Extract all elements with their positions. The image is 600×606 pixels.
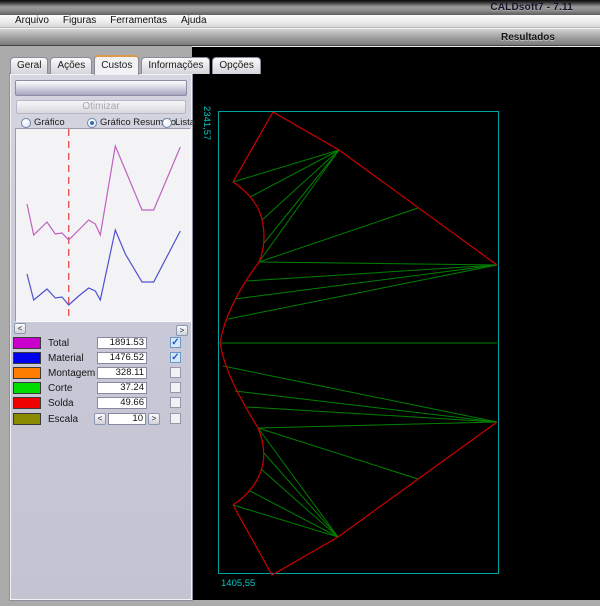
results-label: Resultados — [501, 32, 555, 43]
generatrix-line — [227, 264, 498, 320]
radio-label: Lista — [175, 117, 196, 128]
window-title: CALDsoft7 - 7.11 — [490, 2, 573, 13]
visibility-checkbox[interactable]: ✓ — [170, 382, 181, 393]
legend-label: Montagem — [48, 368, 96, 379]
color-swatch — [13, 352, 41, 364]
development-outline — [219, 342, 259, 429]
cost-value-field: 37.24 — [97, 382, 147, 394]
series-material — [26, 227, 181, 306]
legend-row-escala: Escala <10> ✓ — [11, 412, 193, 427]
generatrix-line — [263, 452, 339, 538]
visibility-checkbox[interactable]: ✓ — [170, 337, 181, 348]
cost-value-field: 49.66 — [97, 397, 147, 409]
tab-informacoes[interactable]: Informações — [141, 57, 211, 74]
menu-bar: Arquivo Figuras Ferramentas Ajuda — [0, 15, 600, 28]
menu-item-ajuda[interactable]: Ajuda — [174, 15, 214, 27]
costs-sidebar-panel: Otimizar Gráfico Gráfico Resumido Lista < … — [10, 74, 195, 600]
tab-opcoes[interactable]: Opções — [212, 57, 261, 74]
radio-icon — [87, 117, 97, 128]
development-outline — [232, 427, 265, 506]
menu-item-figuras[interactable]: Figuras — [56, 15, 103, 27]
scale-decrement-button[interactable]: < — [94, 413, 106, 425]
legend-row-solda: Solda 49.66 ✓ — [11, 396, 193, 411]
legend-row-corte: Corte 37.24 ✓ — [11, 381, 193, 396]
legend-row-montagem: Montagem328.11 ✓ — [11, 366, 193, 381]
development-outline — [219, 261, 260, 344]
scale-increment-button[interactable]: > — [148, 413, 160, 425]
generatrix-line — [258, 261, 498, 266]
title-bar: CALDsoft7 - 7.11 — [0, 0, 600, 15]
cost-value-field: 1891.53 — [97, 337, 147, 349]
generatrix-line — [258, 149, 340, 263]
costs-header-bar — [15, 80, 187, 96]
plate-width-label: 1405,55 — [221, 578, 255, 589]
legend-label: Corte — [48, 383, 73, 394]
radio-label: Gráfico — [34, 117, 65, 128]
generatrix-line — [258, 207, 419, 263]
scale-value-field[interactable]: 10 — [108, 413, 146, 425]
legend-label: Material — [48, 353, 84, 364]
optimize-button[interactable]: Otimizar — [16, 100, 186, 114]
workspace: Geral Ações Custos Informações Opções Otimiz… — [0, 46, 600, 600]
radio-option-gr-fico[interactable]: Gráfico — [21, 117, 65, 128]
generatrix-line — [234, 264, 498, 300]
visibility-checkbox[interactable]: ✓ — [170, 413, 181, 424]
plate-drawing: 2341,57 1405,55 — [201, 106, 499, 589]
tab-custos[interactable]: Custos — [94, 55, 140, 75]
cost-chart-panel — [15, 128, 191, 322]
menu-item-ferramentas[interactable]: Ferramentas — [103, 15, 174, 27]
tab-acoes[interactable]: Ações — [50, 57, 93, 74]
generatrix-line — [257, 427, 339, 538]
drawing-canvas[interactable]: 2341,57 1405,55 — [192, 46, 600, 600]
generatrix-line — [257, 427, 419, 480]
visibility-checkbox[interactable]: ✓ — [170, 397, 181, 408]
check-icon: ✓ — [171, 337, 180, 348]
cost-value-field: 328.11 — [97, 367, 147, 379]
color-swatch — [13, 413, 41, 425]
radio-option-lista[interactable]: Lista — [162, 117, 195, 128]
color-swatch — [13, 367, 41, 379]
tab-geral[interactable]: Geral — [10, 57, 49, 74]
results-toolbar: Resultados — [0, 28, 600, 46]
generatrix-line — [257, 421, 498, 429]
chart-scroll-right-button[interactable]: > — [176, 325, 188, 336]
legend-label: Escala — [48, 414, 79, 425]
legend-row-total: Total 1891.53 ✓ — [11, 336, 193, 351]
plate-height-label: 2341,57 — [201, 106, 212, 140]
visibility-checkbox[interactable]: ✓ — [170, 367, 181, 378]
development-outline — [272, 111, 498, 266]
legend-row-material: Material 1476.52 ✓ — [11, 351, 193, 366]
radio-icon — [162, 117, 172, 128]
chart-scroll-left-button[interactable]: < — [14, 323, 26, 334]
menu-item-arquivo[interactable]: Arquivo — [8, 15, 56, 27]
cost-chart — [26, 129, 181, 321]
generatrix-line — [263, 149, 340, 244]
radio-icon — [21, 117, 31, 128]
color-swatch — [13, 337, 41, 349]
development-outline — [232, 181, 265, 263]
legend-label: Solda — [48, 398, 74, 409]
visibility-checkbox[interactable]: ✓ — [170, 352, 181, 363]
series-total — [26, 143, 181, 241]
color-swatch — [13, 397, 41, 409]
sidebar-tabstrip: Geral Ações Custos Informações Opções — [10, 55, 263, 75]
check-icon: ✓ — [171, 352, 180, 363]
development-outline — [232, 421, 498, 576]
cost-value-field: 1476.52 — [97, 352, 147, 364]
legend-label: Total — [48, 338, 70, 349]
color-swatch — [13, 382, 41, 394]
